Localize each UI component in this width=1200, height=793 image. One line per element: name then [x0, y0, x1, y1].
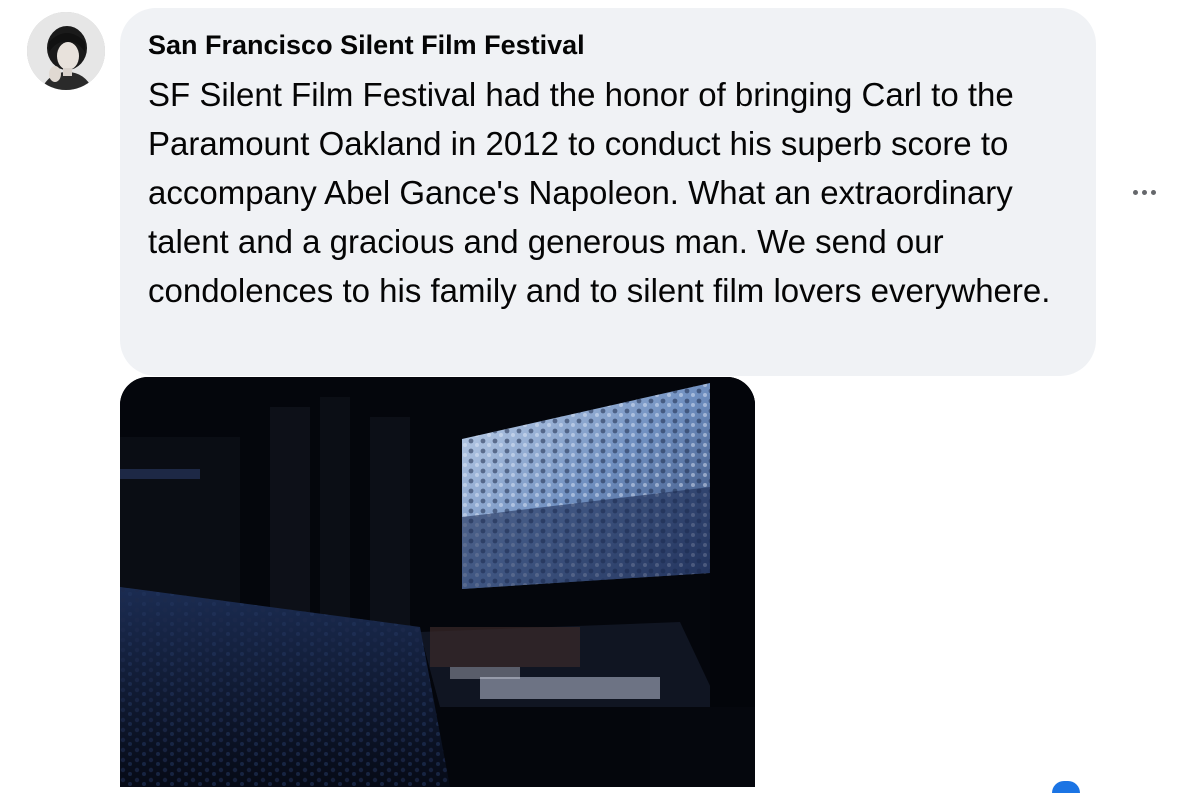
reaction-icon[interactable] [1052, 781, 1080, 793]
theater-photo [120, 377, 755, 787]
comment-bubble: San Francisco Silent Film Festival SF Si… [120, 8, 1096, 376]
comment-photo-attachment[interactable] [120, 377, 755, 787]
comment-text: SF Silent Film Festival had the honor of… [148, 76, 1051, 309]
comment-author-link[interactable]: San Francisco Silent Film Festival [148, 26, 1068, 64]
profile-photo-icon [27, 12, 105, 90]
comment: San Francisco Silent Film Festival SF Si… [0, 0, 1200, 793]
more-options-icon-dot [1150, 189, 1156, 195]
more-options-icon-dot [1141, 189, 1147, 195]
author-avatar[interactable] [27, 12, 105, 90]
more-options-icon [1132, 189, 1138, 195]
more-options-button[interactable] [1122, 174, 1166, 210]
